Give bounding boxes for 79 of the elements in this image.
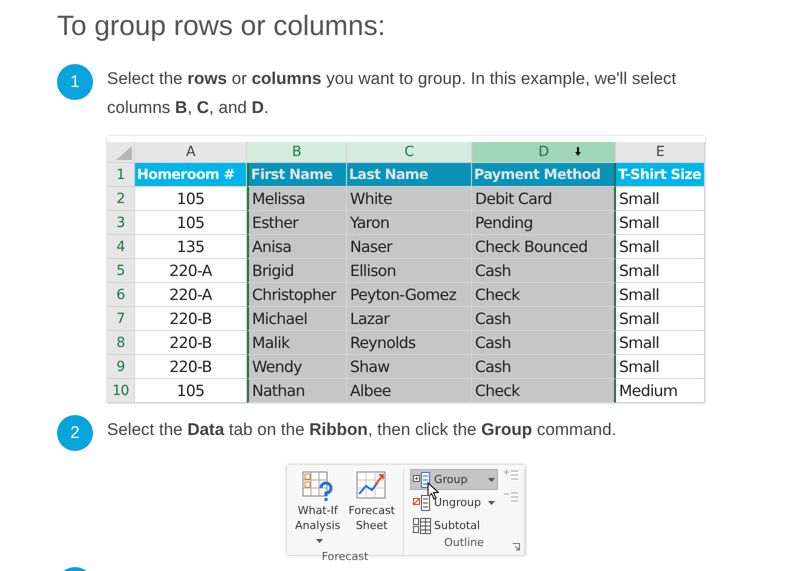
table-cell: Nathan: [247, 379, 347, 403]
table-cell: Small: [616, 211, 705, 235]
row-number: 8: [107, 331, 135, 355]
header-cell: Homeroom #: [135, 163, 247, 187]
row-number: 5: [107, 259, 135, 283]
column-header[interactable]: D: [472, 142, 616, 163]
subtotal-grid-icon: [413, 518, 431, 534]
hide-detail-icon: [504, 491, 518, 503]
table-cell: Small: [616, 331, 705, 355]
table-cell: Reynolds: [347, 331, 472, 355]
table-cell: Check: [472, 379, 616, 403]
table-cell: Check Bounced: [472, 235, 616, 259]
group-label: Forecast: [320, 550, 370, 565]
row-number: 6: [107, 283, 135, 307]
table-cell: Check: [472, 283, 616, 307]
row-number: 2: [107, 187, 135, 211]
table-cell: Small: [616, 307, 705, 331]
row-number: 9: [107, 355, 135, 379]
table-cell: Cash: [472, 307, 616, 331]
table-cell: Wendy: [247, 355, 347, 379]
dropdown-caret-icon[interactable]: [316, 538, 323, 543]
table-cell: Small: [616, 187, 705, 211]
table-cell: Cash: [472, 331, 616, 355]
table-cell: Anisa: [247, 235, 347, 259]
table-cell: Ellison: [347, 259, 472, 283]
table-cell: Albee: [347, 379, 472, 403]
table-cell: Naser: [347, 235, 472, 259]
table-cell: Cash: [472, 259, 616, 283]
dialog-launcher-icon[interactable]: [512, 543, 520, 551]
group-label: Outline: [443, 536, 485, 551]
table-cell: Small: [616, 259, 705, 283]
table-cell: Shaw: [347, 355, 472, 379]
row-number: 4: [107, 235, 135, 259]
step-number: 1: [57, 64, 93, 100]
header-cell: T-Shirt Size: [616, 163, 705, 187]
ribbon-button[interactable]: Ungroup: [410, 492, 498, 513]
table-cell: Debit Card: [472, 187, 616, 211]
ribbon-button[interactable]: What-If Analysis: [293, 469, 342, 550]
dropdown-caret-icon[interactable]: [488, 478, 495, 482]
column-header[interactable]: A: [135, 142, 247, 163]
ribbon-button[interactable]: Forecast Sheet: [346, 469, 397, 550]
table-cell: Small: [616, 235, 705, 259]
header-cell: First Name: [247, 163, 347, 187]
step-text: Select the rows or columns you want to group. In this example, we'll select columns B, C, and D.: [107, 68, 678, 119]
show-detail-icon: [504, 469, 518, 481]
header-cell: Last Name: [347, 163, 472, 187]
column-header[interactable]: E: [616, 142, 705, 163]
row-number: 10: [107, 379, 135, 403]
row-number: 7: [107, 307, 135, 331]
table-cell: Medium: [616, 379, 705, 403]
table-cell: Yaron: [347, 211, 472, 235]
step-number: 2: [57, 415, 93, 451]
ribbon-button[interactable]: Subtotal: [410, 515, 498, 536]
table-cell: Small: [616, 283, 705, 307]
column-header[interactable]: C: [347, 142, 472, 163]
table-cell: Lazar: [347, 307, 472, 331]
section-heading: To group rows or columns:: [57, 10, 386, 42]
row-number: 3: [107, 211, 135, 235]
step-text: Select the Data tab on the Ribbon, then click the Group command.: [107, 419, 618, 441]
down-arrow-cursor-icon: [575, 147, 581, 156]
table-cell: Cash: [472, 355, 616, 379]
table-cell: Small: [616, 355, 705, 379]
select-all-corner: [107, 142, 135, 163]
column-header[interactable]: B: [247, 142, 347, 163]
table-cell: Christopher: [247, 283, 347, 307]
table-cell: Brigid: [247, 259, 347, 283]
table-cell: Pending: [472, 211, 616, 235]
table-cell: Peyton-Gomez: [347, 283, 472, 307]
row-number: 1: [107, 163, 135, 187]
header-cell: Payment Method: [472, 163, 616, 187]
dropdown-caret-icon[interactable]: [488, 500, 495, 504]
ungroup-rows-icon: [413, 494, 431, 510]
group-rows-icon: [413, 472, 431, 488]
table-cell: Malik: [247, 331, 347, 355]
table-cell: White: [347, 187, 472, 211]
grid-question-icon: [302, 471, 334, 503]
table-cell: Esther: [247, 211, 347, 235]
table-cell: Melissa: [247, 187, 347, 211]
table-cell: Michael: [247, 307, 347, 331]
